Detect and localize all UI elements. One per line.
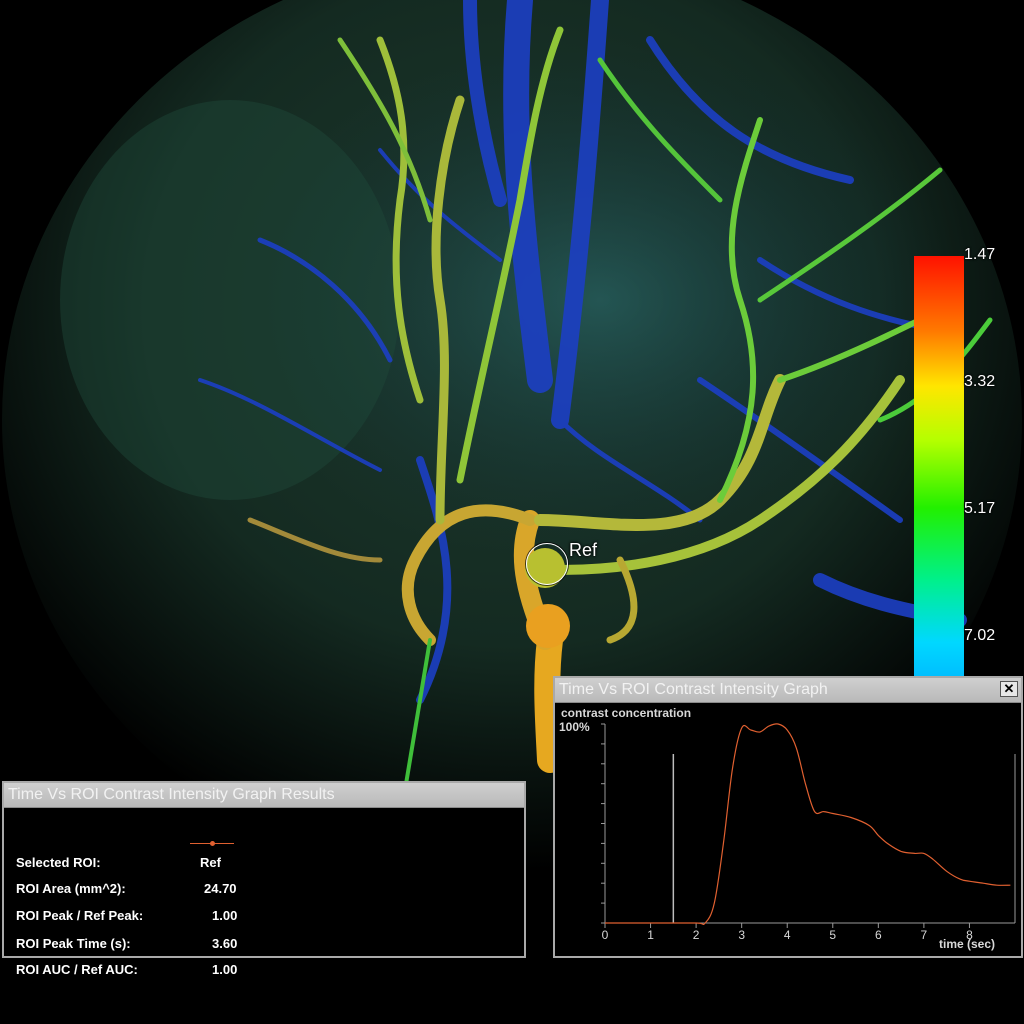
- x-tick-label: 1: [647, 928, 654, 942]
- result-label-peak-ratio: ROI Peak / Ref Peak:: [16, 908, 144, 923]
- color-scale-bar: [914, 256, 964, 676]
- color-scale-label: 1.47: [964, 246, 996, 263]
- contrast-graph: contrast concentration 100% 012345678 ti…: [559, 706, 1016, 951]
- result-label-roi-area: ROI Area (mm^2):: [16, 881, 126, 896]
- result-label-peak-time: ROI Peak Time (s):: [16, 936, 131, 951]
- x-tick-label: 6: [875, 928, 882, 942]
- chart-axes: [601, 723, 1016, 924]
- color-scale-label: 5.17: [964, 500, 996, 517]
- results-panel-title[interactable]: Time Vs ROI Contrast Intensity Graph Res…: [4, 783, 524, 808]
- result-value-peak-ratio: 1.00: [212, 908, 238, 923]
- graph-panel-title[interactable]: Time Vs ROI Contrast Intensity Graph: [555, 678, 1021, 703]
- series-line-ref: [605, 723, 1011, 926]
- result-value-peak-time: 3.60: [212, 936, 238, 951]
- x-tick-label: 2: [693, 928, 700, 942]
- x-axis-caption: time (sec): [939, 937, 995, 951]
- x-axis-ticks: 012345678: [602, 923, 973, 942]
- x-tick-label: 7: [921, 928, 928, 942]
- x-tick-label: 4: [784, 928, 791, 942]
- x-tick-label: 5: [829, 928, 836, 942]
- color-scale-label: 3.32: [964, 373, 996, 390]
- result-value-auc-ratio: 1.00: [212, 962, 238, 977]
- result-label-auc-ratio: ROI AUC / Ref AUC:: [16, 962, 138, 977]
- close-button[interactable]: ✕: [1000, 681, 1018, 697]
- results-body: Selected ROI: Ref ROI Area (mm^2): 24.70…: [4, 807, 524, 977]
- graph-panel: Time Vs ROI Contrast Intensity Graph ✕ c…: [553, 676, 1023, 958]
- y-axis-caption: contrast concentration: [561, 706, 691, 720]
- result-value-roi-area: 24.70: [204, 881, 237, 896]
- roi-label: Ref: [569, 540, 598, 560]
- result-label-selected-roi: Selected ROI:: [16, 855, 101, 870]
- roi-circle[interactable]: [526, 543, 568, 585]
- y-axis-top-label: 100%: [559, 720, 590, 734]
- color-scale-label: 7.02: [964, 627, 996, 644]
- results-panel: Time Vs ROI Contrast Intensity Graph Res…: [2, 781, 526, 977]
- legend-marker: [210, 841, 215, 846]
- x-tick-label: 3: [738, 928, 745, 942]
- x-tick-label: 0: [602, 928, 609, 942]
- result-value-selected-roi: Ref: [200, 855, 221, 870]
